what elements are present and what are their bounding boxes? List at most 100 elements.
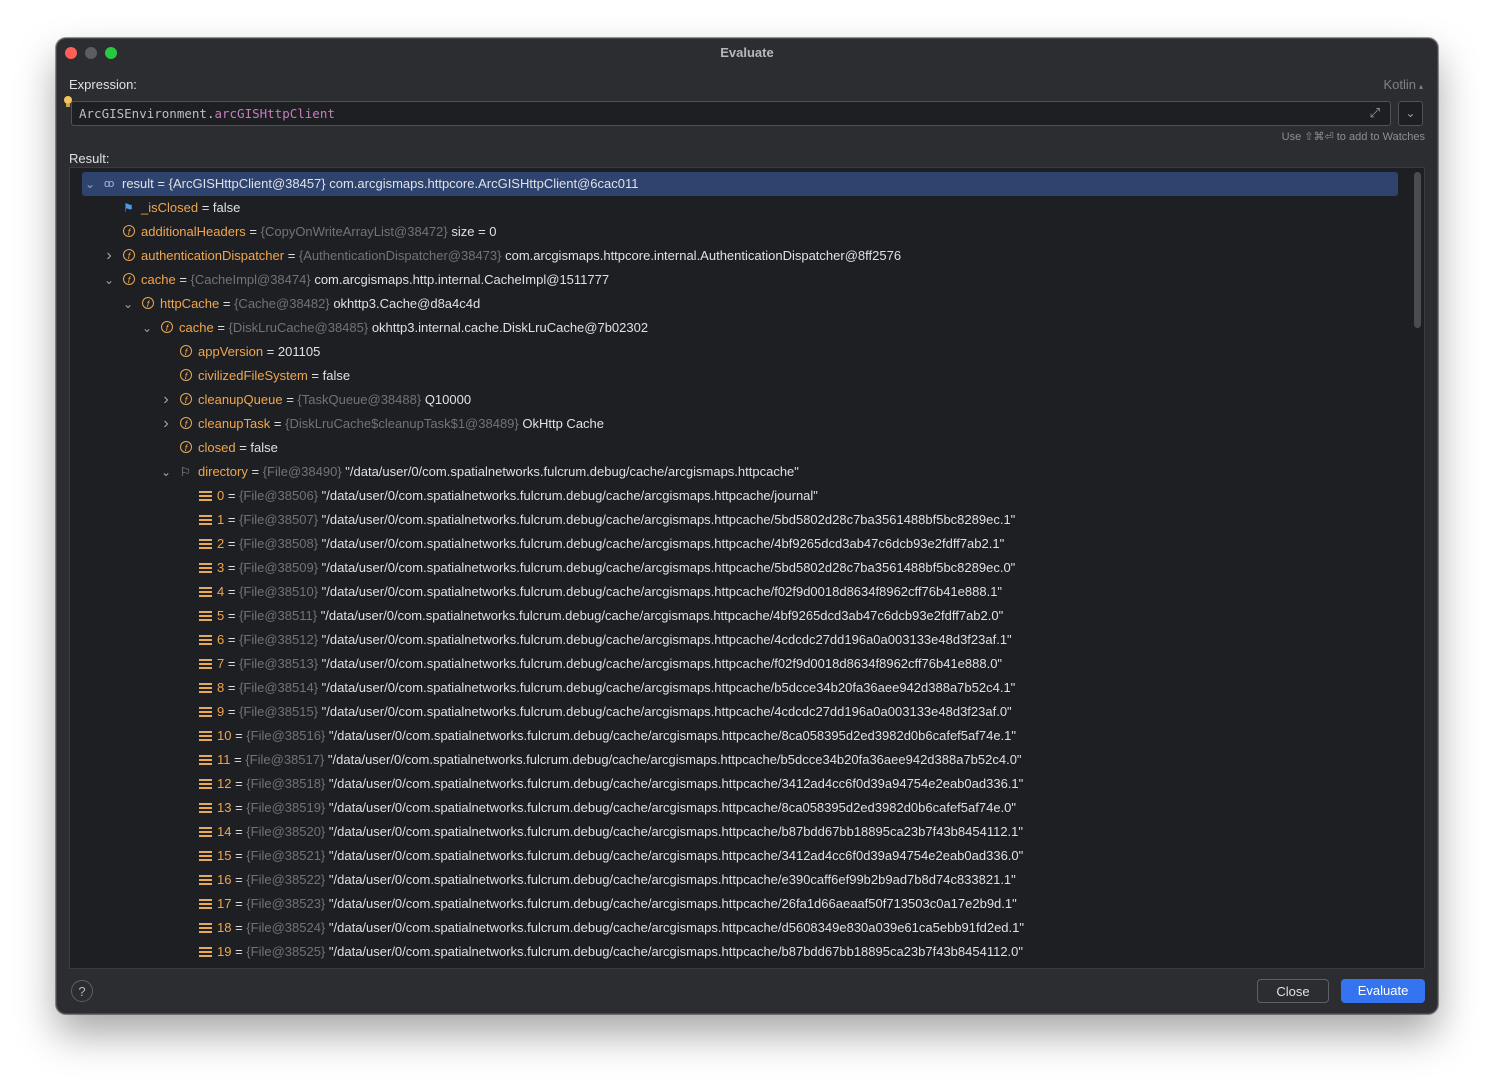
- tree-row[interactable]: 1 = {File@38507} "/data/user/0/com.spati…: [82, 508, 1398, 532]
- expand-icon[interactable]: ⤢: [1370, 105, 1380, 121]
- tree-row[interactable]: ⌄ f cache = {CacheImpl@38474} com.arcgisma…: [82, 268, 1398, 292]
- equals-sign: =: [224, 656, 240, 671]
- tree-row[interactable]: f additionalHeaders = {CopyOnWriteArrayLi…: [82, 220, 1398, 244]
- type-hint: {File@38511}: [239, 608, 318, 623]
- variable-name: additionalHeaders: [141, 224, 246, 239]
- variable-name: appVersion: [198, 344, 264, 359]
- variable-value: "/data/user/0/com.spatialnetworks.fulcru…: [341, 464, 799, 479]
- vertical-scrollbar[interactable]: [1414, 172, 1421, 328]
- tree-row[interactable]: 0 = {File@38506} "/data/user/0/com.spati…: [82, 484, 1398, 508]
- equals-sign: =: [235, 440, 251, 455]
- tree-row[interactable]: 10 = {File@38516} "/data/user/0/com.spat…: [82, 724, 1398, 748]
- equals-sign: =: [307, 368, 323, 383]
- array-element-icon: [199, 683, 212, 694]
- tree-row[interactable]: 14 = {File@38520} "/data/user/0/com.spat…: [82, 820, 1398, 844]
- variable-value: "/data/user/0/com.spatialnetworks.fulcru…: [325, 800, 1017, 815]
- variable-value: com.arcgismaps.httpcore.ArcGISHttpClient…: [325, 176, 639, 191]
- tree-row[interactable]: 8 = {File@38514} "/data/user/0/com.spati…: [82, 676, 1398, 700]
- tree-row-text: 11 = {File@38517} "/data/user/0/com.spat…: [217, 748, 1022, 772]
- variable-name: 17: [217, 896, 232, 911]
- tree-row[interactable]: ⌄ oo result = {ArcGISHttpClient@38457} com…: [82, 172, 1398, 196]
- variable-name: cache: [141, 272, 176, 287]
- tree-row[interactable]: 2 = {File@38508} "/data/user/0/com.spati…: [82, 532, 1398, 556]
- chevron-down-icon[interactable]: ⌄: [103, 268, 115, 292]
- tree-row[interactable]: 3 = {File@38509} "/data/user/0/com.spati…: [82, 556, 1398, 580]
- tree-row[interactable]: ⌄ ⚐ directory = {File@38490} "/data/user/0…: [82, 460, 1398, 484]
- history-dropdown-button[interactable]: ⌄: [1398, 101, 1423, 126]
- tree-row[interactable]: 11 = {File@38517} "/data/user/0/com.spat…: [82, 748, 1398, 772]
- tree-row[interactable]: 17 = {File@38523} "/data/user/0/com.spat…: [82, 892, 1398, 916]
- variable-value: Q10000: [421, 392, 472, 407]
- array-element-icon: [199, 611, 212, 622]
- expression-text[interactable]: ArcGISEnvironment.arcGISHttpClient: [79, 106, 335, 121]
- chevron-right-icon[interactable]: ›: [160, 412, 172, 436]
- equals-sign: =: [231, 824, 247, 839]
- tree-row[interactable]: 7 = {File@38513} "/data/user/0/com.spati…: [82, 652, 1398, 676]
- tree-row-text: directory = {File@38490} "/data/user/0/c…: [198, 460, 799, 484]
- tree-row[interactable]: 6 = {File@38512} "/data/user/0/com.spati…: [82, 628, 1398, 652]
- help-button[interactable]: ?: [71, 980, 93, 1002]
- tree-row-text: 1 = {File@38507} "/data/user/0/com.spati…: [217, 508, 1015, 532]
- chevron-down-icon[interactable]: ⌄: [160, 460, 172, 484]
- tree-row[interactable]: 13 = {File@38519} "/data/user/0/com.spat…: [82, 796, 1398, 820]
- variable-name: 14: [217, 824, 232, 839]
- tree-row[interactable]: 16 = {File@38522} "/data/user/0/com.spat…: [82, 868, 1398, 892]
- tree-row-text: 6 = {File@38512} "/data/user/0/com.spati…: [217, 628, 1012, 652]
- equals-sign: =: [231, 944, 247, 959]
- variable-value: size = 0: [447, 224, 497, 239]
- tree-row[interactable]: › f authenticationDispatcher = {Authentica…: [82, 244, 1398, 268]
- tree-row[interactable]: 18 = {File@38524} "/data/user/0/com.spat…: [82, 916, 1398, 940]
- field-icon: f: [180, 417, 192, 429]
- variable-value: com.arcgismaps.http.internal.CacheImpl@1…: [310, 272, 610, 287]
- tree-row[interactable]: ⌄ f httpCache = {Cache@38482} okhttp3.Cach…: [82, 292, 1398, 316]
- result-tree: ⌄ oo result = {ArcGISHttpClient@38457} com…: [70, 168, 1424, 968]
- chevron-down-icon[interactable]: ⌄: [122, 292, 134, 316]
- tree-row-text: _isClosed = false: [141, 196, 240, 220]
- tree-row[interactable]: f closed = false: [82, 436, 1398, 460]
- chevron-right-icon[interactable]: ›: [160, 388, 172, 412]
- tree-row[interactable]: 9 = {File@38515} "/data/user/0/com.spati…: [82, 700, 1398, 724]
- chevron-down-icon[interactable]: ⌄: [84, 172, 96, 196]
- tree-row[interactable]: › f cleanupQueue = {TaskQueue@38488} Q1000…: [82, 388, 1398, 412]
- tree-row[interactable]: f civilizedFileSystem = false: [82, 364, 1398, 388]
- variable-name: cache: [179, 320, 214, 335]
- tree-row[interactable]: 4 = {File@38510} "/data/user/0/com.spati…: [82, 580, 1398, 604]
- type-hint: {ArcGISHttpClient@38457}: [168, 176, 326, 191]
- variable-value: "/data/user/0/com.spatialnetworks.fulcru…: [318, 656, 1003, 671]
- language-selector[interactable]: Kotlin ▴: [1383, 77, 1423, 92]
- result-tree-panel[interactable]: ⌄ oo result = {ArcGISHttpClient@38457} com…: [69, 167, 1425, 969]
- array-element-icon: [199, 563, 212, 574]
- type-hint: {Cache@38482}: [234, 296, 330, 311]
- close-button[interactable]: Close: [1257, 979, 1329, 1003]
- tree-row[interactable]: f appVersion = 201105: [82, 340, 1398, 364]
- tree-row-text: appVersion = 201105: [198, 340, 320, 364]
- tree-row[interactable]: ⚑ _isClosed = false: [82, 196, 1398, 220]
- tree-row[interactable]: 12 = {File@38518} "/data/user/0/com.spat…: [82, 772, 1398, 796]
- expression-input[interactable]: ArcGISEnvironment.arcGISHttpClient ⤢: [71, 101, 1391, 126]
- type-hint: {File@38517}: [245, 752, 325, 767]
- chevron-down-icon[interactable]: ⌄: [141, 316, 153, 340]
- tree-row-text: 18 = {File@38524} "/data/user/0/com.spat…: [217, 916, 1024, 940]
- type-hint: {TaskQueue@38488}: [297, 392, 422, 407]
- tree-row-text: 5 = {File@38511} "/data/user/0/com.spati…: [217, 604, 1003, 628]
- tree-row[interactable]: ⌄ f cache = {DiskLruCache@38485} okhttp3.i…: [82, 316, 1398, 340]
- field-icon: f: [142, 297, 154, 309]
- field-icon: f: [180, 345, 192, 357]
- evaluate-button[interactable]: Evaluate: [1341, 979, 1425, 1003]
- tree-row-text: 19 = {File@38525} "/data/user/0/com.spat…: [217, 940, 1023, 964]
- type-hint: {AuthenticationDispatcher@38473}: [298, 248, 502, 263]
- tree-row[interactable]: 5 = {File@38511} "/data/user/0/com.spati…: [82, 604, 1398, 628]
- type-hint: {File@38510}: [239, 584, 319, 599]
- tree-row[interactable]: › f cleanupTask = {DiskLruCache$cleanupTas…: [82, 412, 1398, 436]
- language-label: Kotlin: [1383, 77, 1416, 92]
- type-hint: {File@38507}: [239, 512, 319, 527]
- variable-name: 16: [217, 872, 232, 887]
- tree-row[interactable]: 19 = {File@38525} "/data/user/0/com.spat…: [82, 940, 1398, 964]
- array-element-icon: [199, 875, 212, 886]
- array-element-icon: [199, 947, 212, 958]
- variable-value: "/data/user/0/com.spatialnetworks.fulcru…: [325, 920, 1024, 935]
- tree-row[interactable]: 15 = {File@38521} "/data/user/0/com.spat…: [82, 844, 1398, 868]
- tree-row-text: 15 = {File@38521} "/data/user/0/com.spat…: [217, 844, 1023, 868]
- chevron-right-icon[interactable]: ›: [103, 244, 115, 268]
- tree-row-text: civilizedFileSystem = false: [198, 364, 350, 388]
